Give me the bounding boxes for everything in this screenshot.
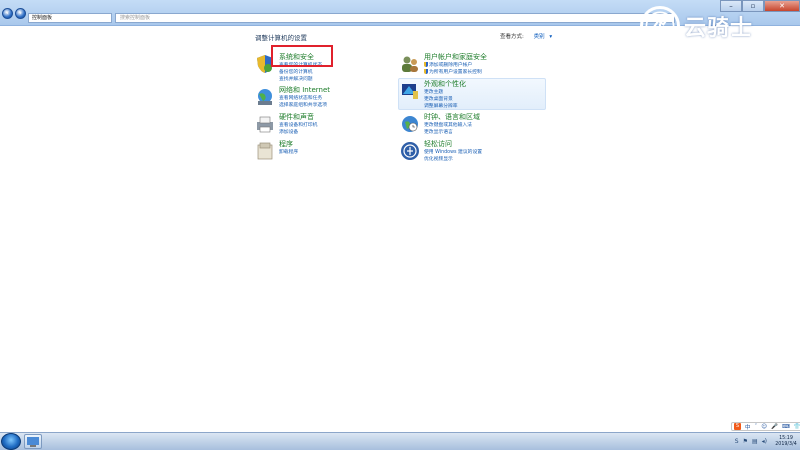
skin-icon[interactable]: 👕 bbox=[794, 424, 800, 430]
users-icon bbox=[402, 56, 418, 72]
ime-mode[interactable]: 中 bbox=[745, 423, 751, 431]
globe-network-icon bbox=[258, 89, 272, 105]
category-link[interactable]: 添加设备 bbox=[279, 128, 298, 135]
category-link[interactable]: 卸载程序 bbox=[279, 148, 298, 155]
ime-toolbar: S 中 ˇ ☺ 🎤 ⌨ 👕 ⚙ bbox=[731, 422, 800, 431]
programs-box-icon bbox=[257, 142, 273, 160]
category-link[interactable]: 备份您的计算机 bbox=[279, 68, 313, 75]
control-panel-icon bbox=[27, 437, 39, 447]
chevron-down-icon: ▾ bbox=[549, 34, 553, 40]
uac-shield-icon bbox=[424, 69, 428, 74]
printer-icon bbox=[257, 116, 273, 133]
watermark-logo: 云骑士 bbox=[640, 4, 753, 48]
category-link[interactable]: 更改主题 bbox=[424, 88, 443, 95]
address-bar[interactable]: 控制面板 bbox=[28, 13, 112, 23]
taskbar: S ⚑ ▤ ◂) 15:19 2019/3/4 bbox=[0, 432, 800, 450]
category-user-accounts: 用户帐户和家庭安全 添加或删除用户帐户 为所有用户设置家长控制 bbox=[400, 52, 540, 78]
category-link[interactable]: 调整屏幕分辨率 bbox=[424, 102, 458, 109]
back-button[interactable]: ‹ bbox=[2, 8, 13, 19]
keyboard-icon[interactable]: ⌨ bbox=[782, 424, 790, 430]
page-title: 调整计算机的设置 bbox=[255, 34, 307, 42]
category-link-text: 为所有用户设置家长控制 bbox=[429, 70, 482, 75]
category-link[interactable]: 添加或删除用户帐户 bbox=[424, 61, 472, 68]
view-by-value[interactable]: 类别 bbox=[534, 34, 545, 40]
clock[interactable]: 15:19 2019/3/4 bbox=[772, 436, 800, 448]
category-link[interactable]: 为所有用户设置家长控制 bbox=[424, 68, 482, 75]
clock-globe-icon bbox=[402, 116, 418, 132]
volume-icon[interactable]: ◂) bbox=[762, 438, 767, 445]
accessibility-icon bbox=[401, 142, 419, 160]
knight-logo-icon bbox=[640, 6, 680, 46]
uac-shield-icon bbox=[424, 62, 428, 67]
emoji-icon[interactable]: ☺ bbox=[761, 424, 767, 430]
network-icon[interactable]: ▤ bbox=[752, 438, 758, 445]
category-hardware-sound: 硬件和声音 查看设备和打印机 添加设备 bbox=[255, 112, 395, 138]
forward-button[interactable]: › bbox=[15, 8, 26, 19]
category-link[interactable]: 使用 Windows 建议的设置 bbox=[424, 148, 482, 155]
clock-date: 2019/3/4 bbox=[775, 441, 797, 447]
start-button[interactable] bbox=[1, 433, 21, 450]
close-button[interactable]: ✕ bbox=[764, 0, 800, 12]
red-highlight-box bbox=[271, 45, 333, 67]
view-by-label: 查看方式: bbox=[500, 34, 524, 40]
category-link[interactable]: 查看网络状态和任务 bbox=[279, 94, 322, 101]
search-placeholder: 搜索控制面板 bbox=[120, 15, 151, 21]
sogou-tray-icon[interactable]: S bbox=[735, 438, 739, 445]
system-tray: S ⚑ ▤ ◂) 15:19 2019/3/4 bbox=[733, 433, 800, 450]
category-ease-of-access: 轻松访问 使用 Windows 建议的设置 优化视频显示 bbox=[400, 139, 540, 165]
ime-punct-icon[interactable]: ˇ bbox=[755, 424, 758, 430]
category-programs: 程序 卸载程序 bbox=[255, 139, 395, 165]
category-clock-language: 时钟、语言和区域 更改键盘或其他输入法 更改显示语言 bbox=[400, 112, 540, 138]
category-link[interactable]: 查找并解决问题 bbox=[279, 75, 313, 82]
view-by-control[interactable]: 查看方式: 类别 ▾ bbox=[500, 32, 552, 40]
watermark-text: 云骑士 bbox=[684, 16, 754, 41]
flag-icon[interactable]: ⚑ bbox=[743, 438, 748, 445]
category-link[interactable]: 选择家庭组和共享选项 bbox=[279, 101, 327, 108]
display-paint-icon bbox=[402, 84, 418, 99]
category-link[interactable]: 优化视频显示 bbox=[424, 155, 453, 162]
category-link[interactable]: 查看设备和打印机 bbox=[279, 121, 317, 128]
category-appearance: 外观和个性化 更改主题 更改桌面背景 调整屏幕分辨率 bbox=[400, 79, 540, 109]
category-network-internet: 网络和 Internet 查看网络状态和任务 选择家庭组和共享选项 bbox=[255, 85, 395, 111]
microphone-icon[interactable]: 🎤 bbox=[771, 424, 778, 430]
address-text: 控制面板 bbox=[32, 15, 53, 21]
search-input[interactable]: 搜索控制面板 bbox=[115, 13, 675, 23]
control-panel-task-button[interactable] bbox=[24, 434, 42, 449]
category-link[interactable]: 更改键盘或其他输入法 bbox=[424, 121, 472, 128]
category-link[interactable]: 更改桌面背景 bbox=[424, 95, 453, 102]
sogou-icon[interactable]: S bbox=[734, 423, 741, 430]
category-link[interactable]: 更改显示语言 bbox=[424, 128, 453, 135]
